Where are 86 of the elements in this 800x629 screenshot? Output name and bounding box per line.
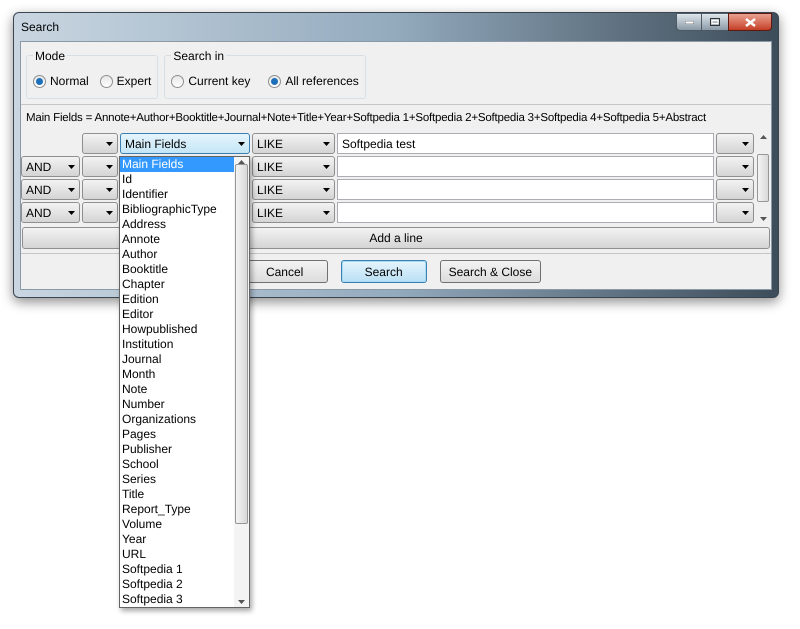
dropdown-item[interactable]: Note [120, 382, 234, 397]
dropdown-item[interactable]: Chapter [120, 277, 234, 292]
caret-icon [106, 142, 113, 146]
radio-button[interactable]: Expert [100, 72, 152, 90]
dropdown-item[interactable]: Editor [120, 307, 234, 322]
caret-icon [742, 210, 749, 214]
parenthesis-dropdown[interactable] [82, 179, 118, 200]
operator-dropdown[interactable]: LIKE [252, 179, 335, 200]
dropdown-item[interactable]: Volume [120, 517, 234, 532]
radio-button[interactable]: Current key [171, 72, 250, 90]
dropdown-item[interactable]: Softpedia 2 [120, 577, 234, 592]
dropdown-item[interactable]: Title [120, 487, 234, 502]
caret-icon [106, 210, 113, 214]
radio-button[interactable]: Normal [33, 72, 89, 90]
dropdown-item[interactable]: Edition [120, 292, 234, 307]
value-input[interactable] [337, 202, 714, 223]
dialog-button[interactable]: Search & Close [440, 260, 541, 283]
parenthesis-dropdown[interactable] [716, 133, 754, 154]
dropdown-item[interactable]: Pages [120, 427, 234, 442]
minimize-icon [684, 20, 694, 24]
parenthesis-dropdown[interactable] [82, 133, 118, 154]
dropdown-item[interactable]: Booktitle [120, 262, 234, 277]
value-input[interactable]: Softpedia test [337, 133, 714, 154]
main-fields-text: Main Fields = Annote+Author+Booktitle+Journal+Note+Title+Year+Softpedia 1+Softpedia 2+Softpedia 3+Softpedia 4+Softpedia 5+Abstract [26, 111, 706, 126]
close-button[interactable] [728, 13, 772, 31]
dropdown-item[interactable]: Author [120, 247, 234, 262]
field-dropdown-list[interactable] [119, 156, 250, 608]
scroll-down-icon [760, 217, 766, 221]
dropdown-item[interactable]: Publisher [120, 442, 234, 457]
caret-icon [742, 142, 749, 146]
minimize-button[interactable] [676, 13, 702, 31]
dropdown-item[interactable]: Journal [120, 352, 234, 367]
operator-dropdown[interactable]: LIKE [252, 133, 335, 154]
dropdown-item[interactable]: URL [120, 547, 234, 562]
dropdown-item[interactable]: Id [120, 172, 234, 187]
caret-icon [68, 188, 75, 192]
value-input[interactable] [337, 179, 714, 200]
maximize-button[interactable] [702, 13, 728, 31]
field-dropdown[interactable]: Main Fields [120, 133, 250, 154]
caret-icon [106, 188, 113, 192]
dropdown-item[interactable]: Series [120, 472, 234, 487]
caret-icon [323, 210, 330, 214]
scrollbar[interactable] [234, 157, 249, 607]
scroll-up-icon [760, 135, 766, 139]
dropdown-item[interactable]: Annote [120, 232, 234, 247]
operator-dropdown[interactable]: LIKE [252, 156, 335, 177]
dropdown-item[interactable]: Softpedia 1 [120, 562, 234, 577]
dropdown-item[interactable]: Howpublished [120, 322, 234, 337]
caret-icon [323, 142, 330, 146]
scroll-thumb[interactable] [757, 154, 769, 202]
value-input[interactable] [337, 156, 714, 177]
window-title: Search [20, 19, 60, 36]
dropdown-item[interactable]: Softpedia 3 [120, 592, 234, 607]
caret-icon [323, 188, 330, 192]
dropdown-item[interactable]: Month [120, 367, 234, 382]
dropdown-item[interactable]: Organizations [120, 412, 234, 427]
parenthesis-dropdown[interactable] [716, 179, 754, 200]
dropdown-item[interactable]: BibliographicType [120, 202, 234, 217]
caret-icon [68, 164, 75, 168]
operator-dropdown[interactable]: LIKE [252, 202, 335, 223]
parenthesis-dropdown[interactable] [82, 202, 118, 223]
scroll-thumb[interactable] [235, 164, 248, 524]
parenthesis-dropdown[interactable] [716, 202, 754, 223]
caret-icon [742, 164, 749, 168]
logic-dropdown[interactable]: AND [21, 156, 80, 177]
dropdown-item[interactable]: Identifier [120, 187, 234, 202]
logic-dropdown[interactable]: AND [21, 202, 80, 223]
radio-button[interactable]: All references [268, 72, 359, 90]
close-icon [744, 18, 756, 26]
dropdown-item[interactable]: Year [120, 532, 234, 547]
caret-icon [742, 188, 749, 192]
dropdown-item[interactable]: Report_Type [120, 502, 234, 517]
caret-icon [68, 210, 75, 214]
dropdown-item[interactable]: Institution [120, 337, 234, 352]
logic-dropdown[interactable]: AND [21, 179, 80, 200]
caret-icon [106, 164, 113, 168]
parenthesis-dropdown[interactable] [82, 156, 118, 177]
scrollbar[interactable] [756, 133, 770, 223]
dialog-button[interactable]: Search [340, 260, 427, 283]
dropdown-item[interactable]: School [120, 457, 234, 472]
caret-icon [323, 164, 330, 168]
dropdown-item[interactable]: Number [120, 397, 234, 412]
scroll-down-icon [238, 600, 245, 604]
maximize-icon [710, 18, 720, 26]
parenthesis-dropdown[interactable] [716, 156, 754, 177]
caret-icon [238, 142, 245, 146]
